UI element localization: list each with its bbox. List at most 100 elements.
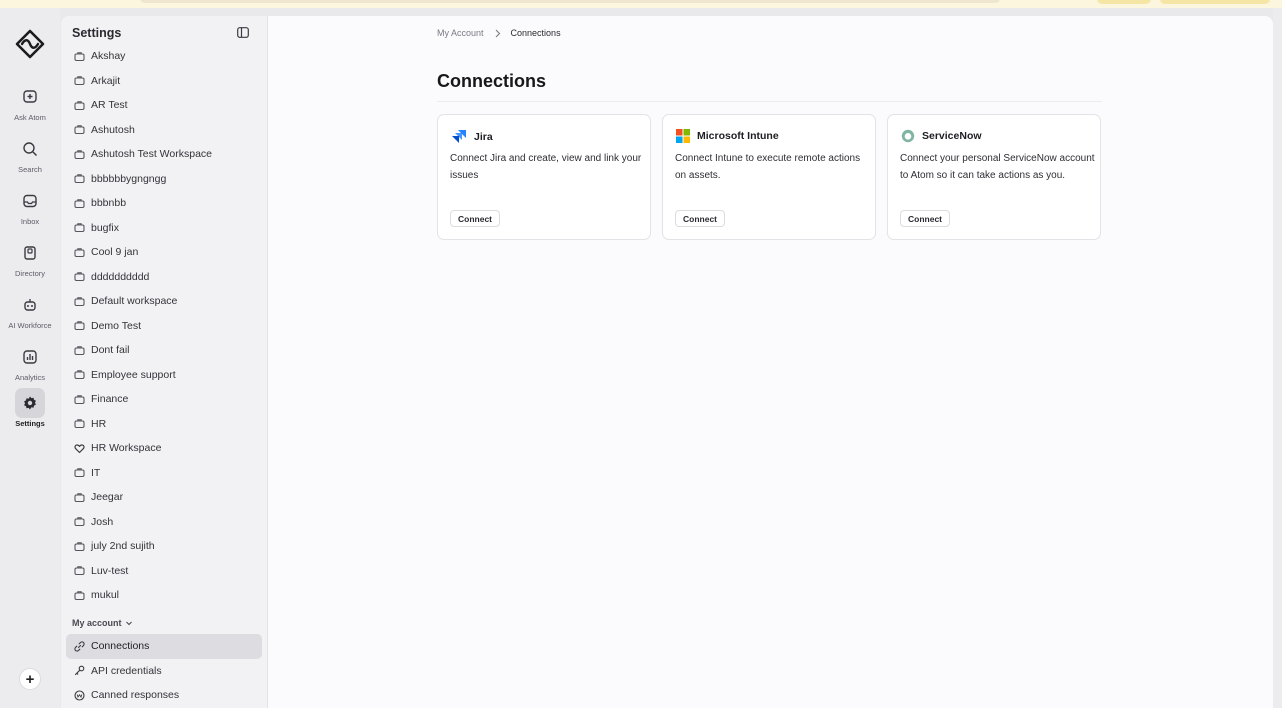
gear-icon [15, 388, 45, 418]
page-title: Connections [437, 71, 547, 91]
card-title: ServiceNow [922, 130, 982, 142]
add-button[interactable]: + [19, 668, 41, 690]
briefcase-icon [74, 125, 85, 135]
chevron-right-icon [495, 29, 500, 37]
directory-icon [15, 238, 45, 268]
sidebar-toggle-icon[interactable] [237, 27, 249, 38]
title-divider [437, 101, 1102, 102]
workspace-label: july 2nd sujith [91, 540, 155, 553]
workspace-item[interactable]: july 2nd sujith [66, 534, 262, 559]
breadcrumb-parent-link[interactable]: My Account [437, 28, 484, 38]
chevron-down-icon [125, 621, 132, 626]
account-menu: Connections API credentials Canned respo… [66, 634, 262, 708]
jira-icon [452, 130, 466, 143]
workspace-item[interactable]: bbbbbbygngngg [66, 167, 262, 192]
rail-label: Ask Atom [14, 113, 46, 122]
workspace-label: HR Workspace [91, 442, 162, 455]
rail-inbox[interactable]: Inbox [0, 186, 60, 238]
my-account-section-toggle[interactable]: My account [72, 618, 133, 628]
connect-jira-button[interactable]: Connect [450, 210, 500, 227]
workspace-item[interactable]: dddddddddd [66, 265, 262, 290]
breadcrumb: My Account Connections [437, 28, 561, 38]
briefcase-icon [74, 272, 85, 282]
robot-icon [15, 290, 45, 320]
connect-intune-button[interactable]: Connect [675, 210, 725, 227]
rail-label: Inbox [20, 217, 40, 226]
workspace-label: Jeegar [91, 491, 124, 504]
workspace-item[interactable]: mukul [66, 583, 262, 608]
workspace-label: IT [91, 466, 101, 479]
connection-card-jira: Jira Connect Jira and create, view and l… [437, 114, 651, 240]
workspace-item[interactable]: Demo Test [66, 314, 262, 339]
card-description: Connect Jira and create, view and link y… [450, 153, 642, 181]
workspace-label: Ashutosh Test Workspace [91, 148, 213, 161]
workspace-item[interactable]: Arkajit [66, 69, 262, 94]
rail-label: Directory [14, 269, 45, 278]
app-logo-icon[interactable] [14, 28, 46, 60]
rail-search[interactable]: Search [0, 134, 60, 186]
rail-settings[interactable]: Settings [0, 388, 60, 440]
workspace-label: Employee support [91, 368, 176, 381]
canned-responses-icon [74, 690, 85, 701]
servicenow-icon [901, 129, 915, 143]
workspace-label: bbbbbbygngngg [91, 172, 167, 185]
workspace-item[interactable]: Josh [66, 510, 262, 535]
workspace-item[interactable]: Jeegar [66, 485, 262, 510]
workspace-item[interactable]: Luv-test [66, 559, 262, 584]
top-banner-pill [1097, 0, 1151, 4]
briefcase-icon [74, 517, 85, 527]
workspace-item[interactable]: Akshay [66, 44, 262, 69]
workspace-item[interactable]: Cool 9 jan [66, 240, 262, 265]
workspace-item[interactable]: HR [66, 412, 262, 437]
heart-icon [74, 444, 85, 453]
briefcase-icon [74, 493, 85, 502]
briefcase-icon [74, 591, 85, 600]
connect-servicenow-button[interactable]: Connect [900, 210, 950, 227]
sidebar-item-connections[interactable]: Connections [66, 634, 262, 659]
link-icon [74, 641, 85, 652]
connection-card-servicenow: ServiceNow Connect your personal Service… [887, 114, 1101, 240]
briefcase-icon [74, 419, 85, 429]
workspace-label: Cool 9 jan [91, 246, 139, 259]
rail-ask-atom[interactable]: Ask Atom [0, 82, 60, 134]
sidebar-item-label: Canned responses [91, 689, 180, 702]
workspace-item[interactable]: Employee support [66, 363, 262, 388]
ask-atom-icon [15, 82, 45, 112]
workspace-item[interactable]: Ashutosh [66, 118, 262, 143]
workspace-item[interactable]: Default workspace [66, 289, 262, 314]
card-title: Microsoft Intune [697, 130, 779, 142]
workspace-list: Akshay Arkajit AR Test Ashutosh Ashutosh… [66, 44, 262, 608]
rail-directory[interactable]: Directory [0, 238, 60, 290]
briefcase-icon [74, 395, 85, 404]
briefcase-icon [74, 76, 85, 86]
workspace-item[interactable]: AR Test [66, 93, 262, 118]
rail-label: Settings [15, 419, 45, 428]
workspace-item[interactable]: HR Workspace [66, 436, 262, 461]
top-banner-bar [140, 0, 1000, 3]
sidebar-item-label: Connections [91, 640, 150, 653]
workspace-item[interactable]: Dont fail [66, 338, 262, 363]
workspace-item[interactable]: bugfix [66, 216, 262, 241]
inbox-icon [15, 186, 45, 216]
briefcase-icon [74, 297, 85, 306]
top-banner-strip [0, 0, 1282, 8]
workspace-label: Finance [91, 393, 129, 406]
sidebar-title: Settings [72, 26, 122, 40]
workspace-label: Luv-test [91, 564, 129, 577]
microsoft-icon [676, 129, 690, 143]
rail-analytics[interactable]: Analytics [0, 342, 60, 394]
workspace-label: Default workspace [91, 295, 178, 308]
rail-label: AI Workforce [8, 321, 52, 330]
briefcase-icon [74, 346, 85, 355]
workspace-item[interactable]: Ashutosh Test Workspace [66, 142, 262, 167]
sidebar-item-canned-responses[interactable]: Canned responses [66, 683, 262, 708]
workspace-item[interactable]: bbbnbb [66, 191, 262, 216]
main-content: My Account Connections Connections Jira … [268, 16, 1273, 708]
workspace-item[interactable]: Finance [66, 387, 262, 412]
briefcase-icon [74, 370, 85, 380]
workspace-item[interactable]: IT [66, 461, 262, 486]
rail-ai-workforce[interactable]: AI Workforce [0, 290, 60, 342]
briefcase-icon [74, 321, 85, 331]
briefcase-icon [74, 174, 85, 184]
sidebar-item-api-credentials[interactable]: API credentials [66, 659, 262, 684]
